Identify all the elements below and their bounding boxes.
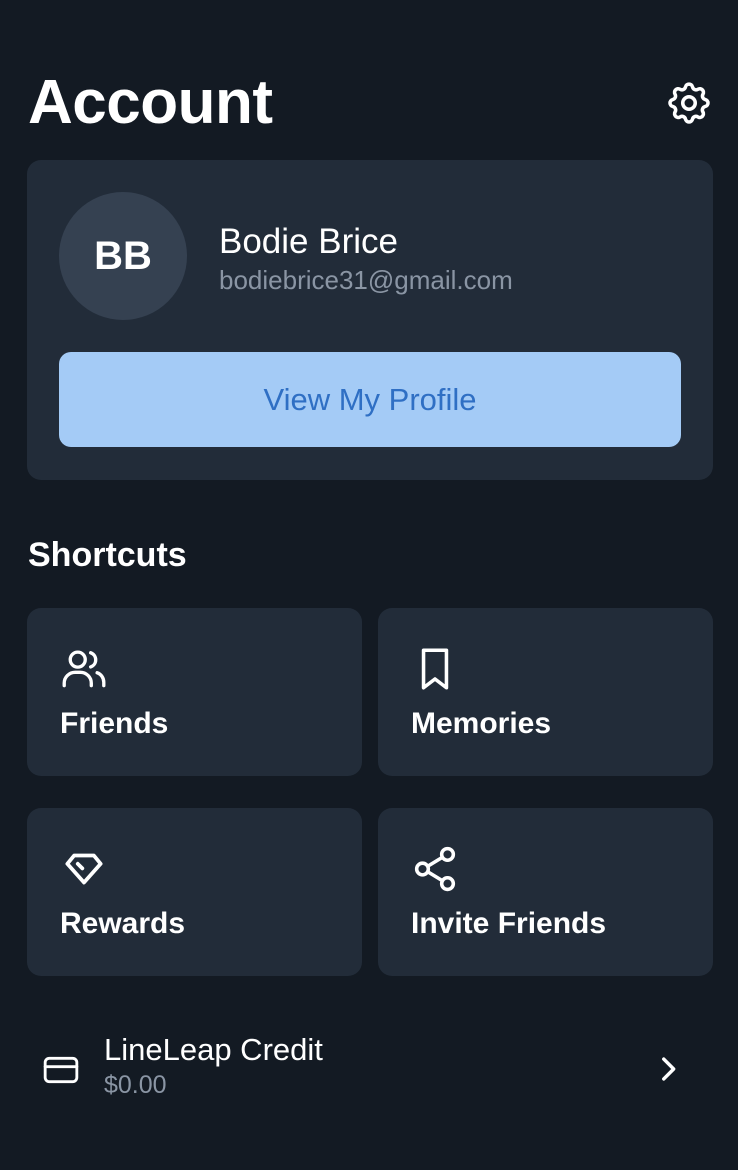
settings-button[interactable] xyxy=(664,78,714,128)
avatar[interactable]: BB xyxy=(59,192,187,320)
shortcut-label: Invite Friends xyxy=(411,907,607,940)
credit-card-icon xyxy=(43,1056,79,1084)
chevron-right-icon xyxy=(662,1057,676,1081)
profile-card: BB Bodie Brice bodiebrice31@gmail.com Vi… xyxy=(27,160,713,480)
shortcut-label: Friends xyxy=(60,707,169,740)
shortcut-label: Rewards xyxy=(60,907,186,940)
lineleap-credit-row[interactable]: LineLeap Credit $0.00 xyxy=(27,1024,713,1116)
account-screen: Account BB Bodie Brice bodiebrice31@gmai… xyxy=(0,0,738,1170)
user-name: Bodie Brice xyxy=(219,222,398,261)
credit-title: LineLeap Credit xyxy=(104,1032,323,1067)
shortcut-friends[interactable]: Friends xyxy=(27,608,362,776)
share-icon xyxy=(414,846,456,892)
shortcut-label: Memories xyxy=(411,707,552,740)
shortcuts-heading: Shortcuts xyxy=(28,536,187,574)
user-email: bodiebrice31@gmail.com xyxy=(219,265,513,295)
view-profile-button[interactable]: View My Profile xyxy=(59,352,681,447)
bookmark-icon xyxy=(421,648,449,690)
shortcut-memories[interactable]: Memories xyxy=(378,608,713,776)
header: Account xyxy=(28,66,714,140)
shortcut-rewards[interactable]: Rewards xyxy=(27,808,362,976)
page-title: Account xyxy=(28,68,273,137)
diamond-tag-icon xyxy=(65,853,103,885)
credit-amount: $0.00 xyxy=(104,1071,167,1099)
friends-icon xyxy=(62,650,106,688)
shortcut-invite-friends[interactable]: Invite Friends xyxy=(378,808,713,976)
gear-icon xyxy=(668,82,710,124)
